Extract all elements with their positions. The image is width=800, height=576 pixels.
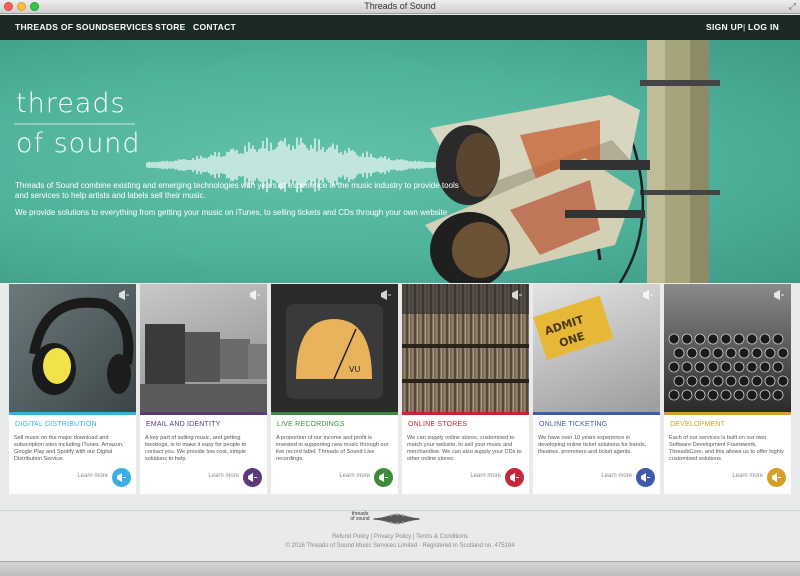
learn-more-button[interactable] (112, 468, 131, 487)
learn-more-button[interactable] (374, 468, 393, 487)
speaker-horn-icon (381, 290, 391, 300)
card-color-bar (402, 412, 529, 415)
record-crates-photo (402, 284, 529, 412)
footer-logo[interactable]: threads of sound (347, 512, 421, 526)
nav-services-link[interactable]: SERVICES (108, 22, 153, 32)
card-description: A proportion of our income and profit is… (276, 435, 389, 462)
card-title[interactable]: ONLINE STORES (408, 421, 467, 428)
learn-more-button[interactable] (505, 468, 524, 487)
card-title[interactable]: EMAIL AND IDENTITY (146, 421, 221, 428)
speaker-horn-icon (512, 290, 522, 300)
speaker-horn-icon (772, 473, 781, 482)
card-description: We have over 10 years experience in deve… (538, 435, 647, 455)
nav-store-link[interactable]: STORE (155, 22, 186, 32)
learn-more-link[interactable]: Learn more (601, 473, 632, 479)
vu-meter-photo: VU (271, 284, 398, 412)
footer-links: Refund Policy | Privacy Policy | Terms &… (0, 534, 800, 540)
speaker-horn-icon (117, 473, 126, 482)
admit-one-ticket-photo: ADMIT ONE (533, 284, 660, 412)
fullscreen-icon[interactable]: ⤢ (789, 1, 796, 12)
speaker-horn-icon (774, 290, 784, 300)
footer-separator: | (412, 534, 415, 540)
hero-intro-paragraph: Threads of Sound combine existing and em… (15, 181, 459, 200)
learn-more-button[interactable] (636, 468, 655, 487)
learn-more-button[interactable] (767, 468, 786, 487)
footer-logo-line2: of sound (350, 516, 370, 522)
terms-conditions-link[interactable]: Terms & Conditions (416, 534, 468, 540)
footer-logo-text: threads of sound (347, 512, 373, 522)
speaker-horn-icon (250, 290, 260, 300)
card-title[interactable]: DEVELOPMENT (670, 421, 725, 428)
service-cards: DIGITAL DISTRIBUTION Sell music on the m… (9, 284, 791, 494)
hero-solutions-paragraph: We provide solutions to everything from … (15, 208, 448, 217)
top-navigation: THREADS OF SOUND SERVICES STORE CONTACT … (0, 15, 800, 40)
nav-contact-link[interactable]: CONTACT (193, 22, 236, 32)
card-description: Each of our services is built on our own… (669, 435, 784, 462)
card-online-stores: ONLINE STORES We can supply online store… (402, 284, 529, 494)
card-color-bar (140, 412, 267, 415)
refund-policy-link[interactable]: Refund Policy (332, 534, 369, 540)
log-in-link[interactable]: LOG IN (748, 22, 779, 32)
window-bottom-bar (0, 561, 800, 576)
card-title[interactable]: ONLINE TICKETING (539, 421, 607, 428)
footer-separator: | (370, 534, 373, 540)
hero-logo-line2: of sound (16, 128, 141, 159)
footer-divider (0, 510, 800, 511)
window-titlebar: Threads of Sound ⤢ (0, 0, 800, 14)
typewriter-photo (664, 284, 791, 412)
speaker-horn-icon (643, 290, 653, 300)
speaker-horn-icon (510, 473, 519, 482)
card-color-bar (9, 412, 136, 415)
speaker-horn-icon (248, 473, 257, 482)
hero-illustration (14, 40, 720, 283)
svg-text:VU: VU (349, 365, 360, 374)
card-description: Sell music on the major download and sub… (14, 435, 124, 462)
learn-more-link[interactable]: Learn more (339, 473, 370, 479)
card-title[interactable]: LIVE RECORDINGS (277, 421, 345, 428)
hero-logo-line1: threads (16, 88, 126, 119)
card-email-identity: EMAIL AND IDENTITY A key part of selling… (140, 284, 267, 494)
mailboxes-photo (140, 284, 267, 412)
learn-more-link[interactable]: Learn more (732, 473, 763, 479)
nav-separator: | (743, 22, 746, 32)
learn-more-button[interactable] (243, 468, 262, 487)
window-title: Threads of Sound (364, 1, 436, 11)
learn-more-link[interactable]: Learn more (77, 473, 108, 479)
card-digital-distribution: DIGITAL DISTRIBUTION Sell music on the m… (9, 284, 136, 494)
card-color-bar (664, 412, 791, 415)
speaker-horn-icon (119, 290, 129, 300)
learn-more-link[interactable]: Learn more (208, 473, 239, 479)
nav-home-link[interactable]: THREADS OF SOUND (15, 22, 108, 32)
card-title[interactable]: DIGITAL DISTRIBUTION (15, 421, 97, 428)
hero-banner: threads of sound Threads of Sound combin… (0, 40, 800, 283)
sign-up-link[interactable]: SIGN UP (706, 22, 743, 32)
speaker-horn-icon (379, 473, 388, 482)
card-online-ticketing: ADMIT ONE ONLINE TICKETING We have over … (533, 284, 660, 494)
headphones-photo (9, 284, 136, 412)
card-description: We can supply online stores, customised … (407, 435, 522, 462)
card-development: DEVELOPMENT Each of our services is buil… (664, 284, 791, 494)
learn-more-link[interactable]: Learn more (470, 473, 501, 479)
copyright-text: © 2016 Threads of Sound Music Services L… (285, 543, 515, 549)
speaker-horn-icon (641, 473, 650, 482)
card-description: A key part of selling music, and getting… (145, 435, 247, 462)
card-color-bar (533, 412, 660, 415)
privacy-policy-link[interactable]: Privacy Policy (374, 534, 411, 540)
card-live-recordings: VU LIVE RECORDINGS A proportion of our i… (271, 284, 398, 494)
card-color-bar (271, 412, 398, 415)
